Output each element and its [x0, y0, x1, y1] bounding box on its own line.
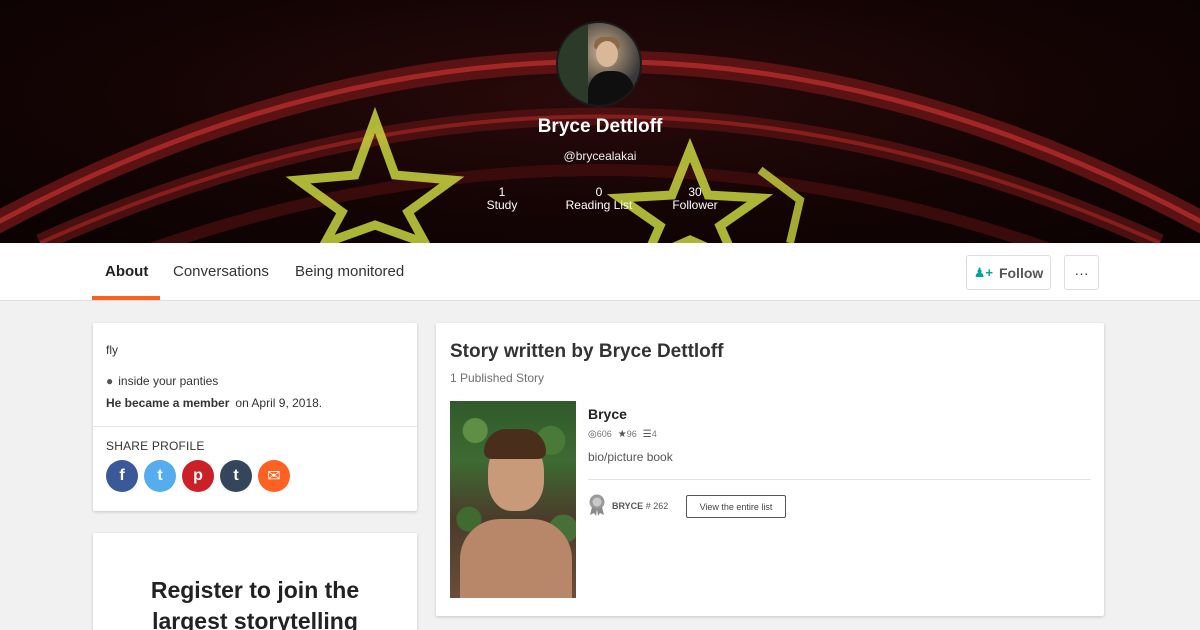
pinterest-glyph: p	[193, 467, 203, 484]
active-tab-indicator	[92, 296, 160, 300]
stat-reading-list[interactable]: 0 Reading List	[558, 186, 640, 212]
eye-icon: ◎	[588, 429, 597, 440]
parts-stat: ☰4	[643, 429, 657, 440]
stories-count: 1 Published Story	[450, 371, 545, 385]
stat-label: Reading List	[565, 198, 633, 212]
profile-nav: About Conversations Being monitored ♟+ F…	[0, 243, 1200, 301]
story-cover-image[interactable]	[450, 401, 576, 598]
email-glyph: ✉	[267, 468, 281, 485]
twitter-icon[interactable]: t	[144, 460, 176, 492]
divider	[588, 479, 1091, 480]
rank-value: # 262	[645, 501, 669, 511]
member-label: He became a member	[106, 396, 230, 410]
avatar[interactable]	[556, 21, 642, 107]
stat-study[interactable]: 1 Study	[472, 186, 532, 212]
stat-follower[interactable]: 30 Follower	[664, 186, 726, 212]
story-title[interactable]: Bryce	[588, 406, 627, 422]
votes-stat: ★96	[618, 429, 637, 440]
register-line-1: Register to join the	[150, 577, 360, 603]
reads-stat: ◎606	[588, 429, 612, 440]
profile-name: Bryce Dettloff	[537, 116, 663, 137]
follow-label: Follow	[998, 264, 1044, 281]
stories-card: Story written by Bryce Dettloff 1 Publis…	[436, 323, 1104, 616]
profile-banner: Bryce Dettloff @brycealakai 1 Study 0 Re…	[0, 0, 1200, 243]
profile-handle: @brycealakai	[563, 149, 637, 163]
location-text: inside your panties	[118, 374, 219, 388]
more-icon: ···	[1074, 264, 1089, 281]
register-prompt[interactable]: Register to join the largest storytellin…	[93, 575, 417, 630]
story-rank: BRYCE # 262	[612, 501, 668, 511]
more-options-button[interactable]: ···	[1064, 255, 1099, 290]
facebook-glyph: f	[119, 467, 125, 484]
twitter-glyph: t	[157, 467, 163, 484]
list-icon: ☰	[642, 429, 652, 440]
stories-heading: Story written by Bryce Dettloff	[450, 341, 724, 362]
star-icon: ★	[617, 429, 627, 440]
divider	[93, 426, 417, 427]
follow-button[interactable]: ♟+ Follow	[966, 255, 1051, 290]
add-user-icon: ♟+	[973, 264, 993, 280]
email-icon[interactable]: ✉	[258, 460, 290, 492]
story-description: bio/picture book	[588, 450, 673, 464]
view-entire-list-button[interactable]: View the entire list	[686, 495, 786, 518]
member-date: on April 9, 2018.	[235, 396, 323, 410]
reads-count: 606	[596, 429, 612, 439]
register-line-2: largest storytelling	[152, 608, 358, 630]
location-pin-icon: ●	[106, 374, 114, 388]
register-card: Register to join the largest storytellin…	[93, 533, 417, 630]
stat-label: Follower	[672, 198, 718, 212]
about-card: fly ● inside your panties He became a me…	[93, 323, 417, 511]
profile-stats: 1 Study 0 Reading List 30 Follower	[0, 186, 1200, 216]
rank-label: BRYCE	[612, 501, 644, 511]
tumblr-glyph: t	[233, 467, 239, 484]
profile-bio: fly	[106, 343, 118, 357]
story-stats: ◎606 ★96 ☰4	[588, 429, 657, 440]
tab-conversations[interactable]: Conversations	[173, 263, 269, 280]
facebook-icon[interactable]: f	[106, 460, 138, 492]
share-profile-title: SHARE PROFILE	[106, 439, 205, 453]
stat-label: Study	[486, 198, 518, 212]
votes-count: 96	[626, 429, 637, 439]
pinterest-icon[interactable]: p	[182, 460, 214, 492]
profile-location: ● inside your panties	[106, 374, 218, 388]
parts-count: 4	[651, 429, 657, 439]
member-since: He became a member on April 9, 2018.	[106, 396, 322, 410]
tumblr-icon[interactable]: t	[220, 460, 252, 492]
ribbon-badge-icon	[589, 494, 605, 516]
tab-being-monitored[interactable]: Being monitored	[295, 263, 404, 280]
tab-about[interactable]: About	[105, 263, 148, 280]
